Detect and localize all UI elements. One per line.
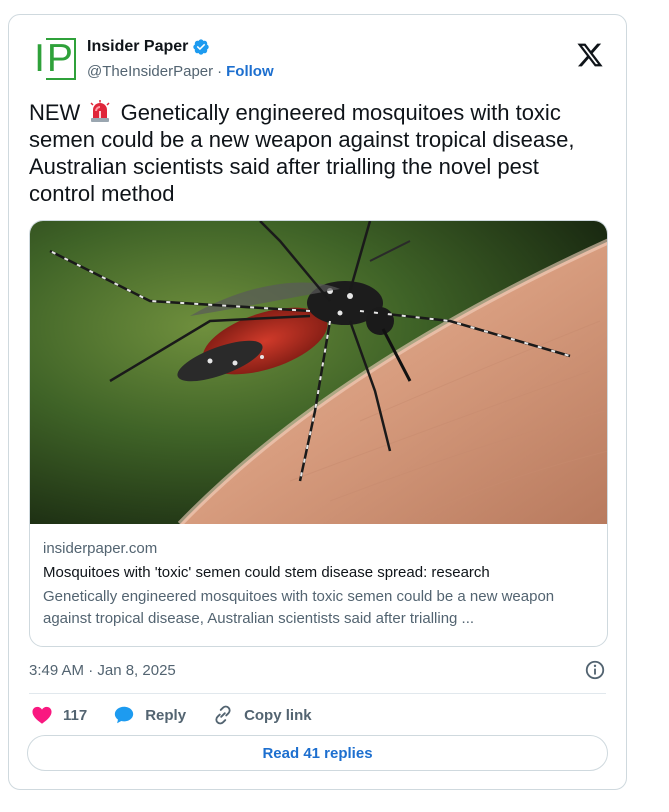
- link-domain: insiderpaper.com: [43, 540, 158, 557]
- link-title: Mosquitoes with 'toxic' semen could stem…: [43, 564, 490, 581]
- reply-label: Reply: [145, 706, 187, 724]
- tweet-card[interactable]: IP Insider Paper @TheInsiderPaper · Foll…: [8, 14, 627, 790]
- link-preview-meta: insiderpaper.com Mosquitoes with 'toxic'…: [30, 524, 607, 630]
- author-block: Insider Paper @TheInsiderPaper · Follow: [87, 35, 274, 83]
- like-count: 117: [63, 706, 88, 724]
- x-logo-icon[interactable]: [576, 41, 604, 69]
- link-description: Genetically engineered mosquitoes with t…: [43, 588, 555, 627]
- read-replies-button[interactable]: Read 41 replies: [27, 735, 608, 771]
- reply-bubble-icon: [115, 706, 134, 724]
- link-preview-card[interactable]: insiderpaper.com Mosquitoes with 'toxic'…: [29, 220, 608, 647]
- follow-button[interactable]: Follow: [226, 63, 274, 80]
- link-icon: [215, 705, 231, 725]
- divider: [29, 693, 606, 694]
- copy-link-label: Copy link: [244, 706, 312, 724]
- timestamp-row: 3:49 AM · Jan 8, 2025: [29, 655, 606, 685]
- info-icon[interactable]: [584, 659, 606, 681]
- avatar-logo: IP: [34, 38, 76, 80]
- reply-button[interactable]: Reply: [113, 704, 186, 726]
- mosquito-photo: [30, 221, 607, 524]
- siren-emoji-icon: [90, 100, 110, 122]
- copy-link-button[interactable]: Copy link: [212, 704, 312, 726]
- author-handle[interactable]: @TheInsiderPaper: [87, 63, 213, 80]
- heart-icon: [32, 706, 52, 724]
- action-bar: 117 Reply Copy link: [31, 699, 338, 731]
- avatar[interactable]: IP: [33, 37, 77, 81]
- verified-badge-icon: [193, 39, 210, 55]
- link-preview-image[interactable]: [30, 221, 607, 524]
- author-name[interactable]: Insider Paper: [87, 38, 188, 56]
- tweet-text-prefix: NEW: [29, 100, 81, 125]
- tweet-text: NEW Genetically engineered mosquitoes wi…: [29, 99, 604, 207]
- tweet-timestamp[interactable]: 3:49 AM · Jan 8, 2025: [29, 662, 176, 679]
- tweet-header: IP Insider Paper @TheInsiderPaper · Foll…: [27, 33, 608, 83]
- separator-dot: ·: [217, 62, 223, 80]
- like-button[interactable]: 117: [31, 704, 87, 726]
